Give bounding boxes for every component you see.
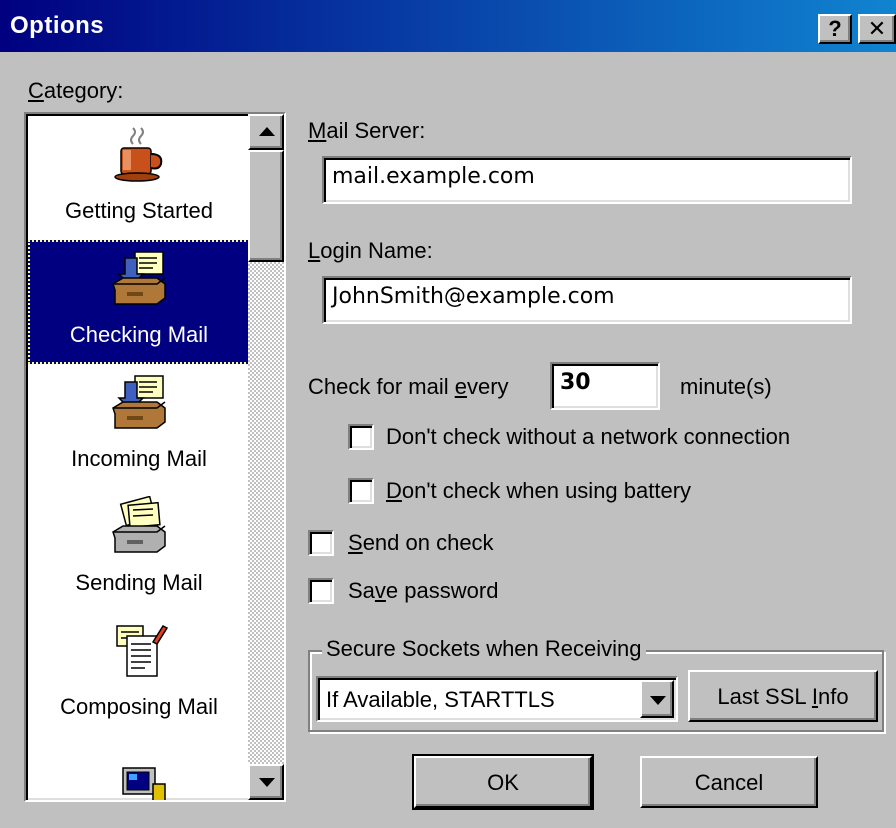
category-item-label: Incoming Mail (71, 446, 207, 471)
category-label-mnemonic: C (28, 78, 44, 103)
login-name-mnemonic: L (308, 238, 321, 263)
category-label: Category: (28, 78, 123, 104)
category-item-label: Getting Started (65, 198, 213, 223)
mail-server-label: Mail Server: (308, 118, 425, 144)
down-arrow-icon (259, 778, 275, 787)
ssl-mode-dropdown-button[interactable] (640, 680, 674, 718)
outbox-tray-icon (112, 496, 166, 553)
check-every-label-post: very (466, 374, 509, 399)
title-bar[interactable] (0, 0, 896, 52)
check-every-label: Check for mail every (308, 374, 509, 400)
coffee-cup-icon (114, 127, 163, 182)
ssl-group-title: Secure Sockets when Receiving (322, 636, 646, 662)
scroll-down-button[interactable] (248, 764, 284, 800)
mail-server-input[interactable]: mail.example.com (322, 156, 852, 204)
category-item-sending-mail[interactable]: Sending Mail (28, 488, 250, 612)
category-item-incoming-mail[interactable]: Incoming Mail (28, 364, 250, 488)
save-password-checkbox[interactable] (308, 578, 334, 604)
no-network-checkbox[interactable] (348, 424, 374, 450)
ssl-mode-select[interactable]: If Available, STARTTLS (316, 676, 678, 722)
send-on-check-label-rest: end on check (362, 530, 494, 555)
category-item-label: Checking Mail (69, 322, 209, 347)
ok-button[interactable]: OK (412, 754, 594, 810)
minutes-label: minute(s) (680, 374, 772, 399)
category-item-getting-started[interactable]: Getting Started (28, 116, 250, 240)
up-arrow-icon (259, 127, 275, 136)
category-scrollbar[interactable] (248, 114, 284, 800)
chevron-down-icon (650, 696, 666, 705)
close-button[interactable]: ✕ (858, 14, 896, 44)
send-on-check-label: Send on check (348, 530, 494, 556)
battery-mnemonic: D (386, 478, 402, 503)
last-ssl-info-label-post: nfo (818, 684, 849, 709)
no-network-label: Don't check without a network connection (386, 424, 791, 449)
inbox-tray-icon (112, 375, 166, 429)
mail-server-mnemonic: M (308, 118, 327, 143)
inbox-tray-icon (112, 251, 166, 305)
battery-checkbox[interactable] (348, 478, 374, 504)
login-name-label: Login Name: (308, 238, 433, 264)
last-ssl-info-label-pre: Last SSL (717, 684, 812, 709)
save-password-label-post: e password (385, 578, 499, 603)
category-label-rest: ategory: (43, 78, 124, 103)
window-title: Options (10, 12, 105, 39)
scroll-thumb[interactable] (248, 150, 284, 262)
compose-document-icon (116, 625, 169, 677)
computer-icon (122, 767, 166, 800)
category-item-partial[interactable] (28, 736, 250, 800)
battery-label: Don't check when using battery (386, 478, 691, 504)
save-password-label-pre: Sa (348, 578, 375, 603)
category-item-label: Composing Mail (60, 694, 218, 719)
scroll-up-button[interactable] (248, 114, 284, 150)
last-ssl-info-button[interactable]: Last SSL Info (688, 670, 878, 722)
help-button[interactable]: ? (818, 14, 852, 44)
check-interval-input[interactable]: 30 (550, 362, 660, 410)
send-on-check-checkbox[interactable] (308, 530, 334, 556)
save-password-label: Save password (348, 578, 498, 604)
save-password-mnemonic: v (374, 578, 386, 603)
login-name-label-rest: ogin Name: (320, 238, 433, 263)
category-item-checking-mail[interactable]: Checking Mail (28, 240, 250, 364)
send-on-check-mnemonic: S (348, 530, 363, 555)
ssl-mode-value: If Available, STARTTLS (326, 687, 555, 712)
battery-label-rest: on't check when using battery (401, 478, 692, 503)
cancel-button[interactable]: Cancel (640, 756, 818, 808)
check-every-mnemonic: e (454, 374, 467, 399)
category-item-composing-mail[interactable]: Composing Mail (28, 612, 250, 736)
check-every-label-pre: Check for mail (308, 374, 455, 399)
mail-server-label-rest: ail Server: (326, 118, 426, 143)
login-name-input[interactable]: JohnSmith@example.com (322, 276, 852, 324)
category-item-label: Sending Mail (75, 570, 203, 595)
category-list[interactable]: Getting Started Checking Mail Incoming M… (24, 112, 286, 802)
